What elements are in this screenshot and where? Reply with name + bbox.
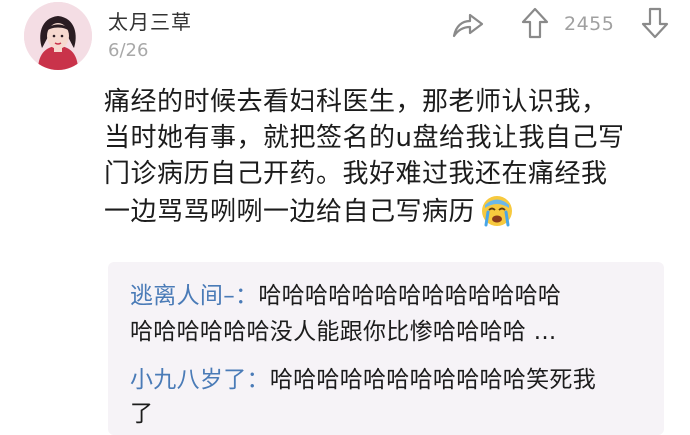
reply-author[interactable]: 小九八岁了： [130,367,270,393]
upvote-button[interactable] [520,6,550,40]
post-card: 太月三草 6/26 2455 痛经的时候去看妇科医生，那老师认识我， 当时她有事… [0,0,690,435]
content-line-text: 一边骂骂咧咧一边给自己写病历 [104,197,476,227]
reply-item: 逃离人间–：哈哈哈哈哈哈哈哈哈哈哈哈哈 [130,280,561,312]
reply-text: 哈哈哈哈哈哈哈哈哈哈哈哈哈 [258,283,562,309]
reply-item-continued: 哈哈哈哈哈哈没人能跟你比惨哈哈哈哈 ... [130,319,557,345]
share-icon [452,13,484,38]
vote-count: 2455 [564,13,615,35]
share-button[interactable] [450,10,486,40]
reply-author[interactable]: 逃离人间–： [130,283,258,309]
avatar[interactable] [24,2,92,70]
username[interactable]: 太月三草 [108,6,192,35]
post-date: 6/26 [108,40,149,61]
crying-emoji-icon [477,192,517,228]
content-line: 痛经的时候去看妇科医生，那老师认识我， [104,87,608,117]
content-line: 当时她有事，就把签名的u盘给我让我自己写 [104,123,625,153]
downvote-arrow-icon [641,7,669,39]
reply-text: 哈哈哈哈哈哈哈哈哈哈哈笑死我 [269,367,597,393]
reply-preview-box[interactable]: 逃离人间–：哈哈哈哈哈哈哈哈哈哈哈哈哈 哈哈哈哈哈哈没人能跟你比惨哈哈哈哈 ..… [108,262,664,435]
downvote-button[interactable] [640,6,670,40]
upvote-arrow-icon [521,7,549,39]
content-line: 门诊病历自己开药。我好难过我还在痛经我 [104,159,608,189]
reply-item: 小九八岁了：哈哈哈哈哈哈哈哈哈哈哈笑死我 [130,364,596,396]
reply-item-continued: 了 [130,401,154,427]
content-line-last: 一边骂骂咧咧一边给自己写病历 [104,192,674,230]
post-content: 痛经的时候去看妇科医生，那老师认识我， 当时她有事，就把签名的u盘给我让我自己写… [104,84,674,230]
